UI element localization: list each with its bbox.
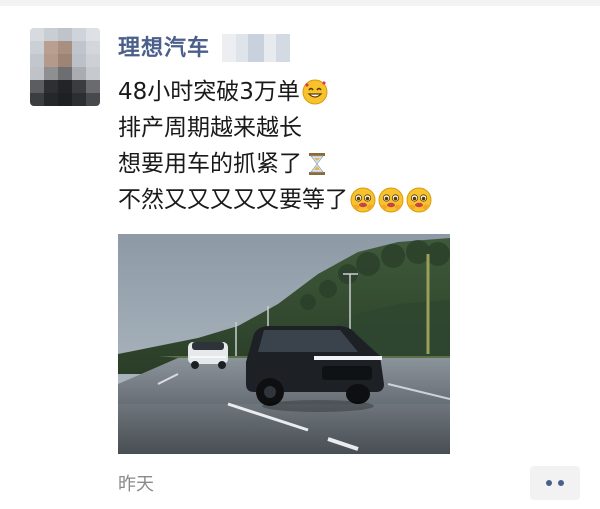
moments-post: 理想汽车 48小时突破3万单 排产周期越来越长 想要用车的抓紧了 不然又又又又又… <box>0 0 600 509</box>
post-line-text: 48小时突破3万单 <box>118 79 300 105</box>
car-photo-image <box>118 234 450 454</box>
post-line-text: 排产周期越来越长 <box>118 115 302 141</box>
post-timestamp: 昨天 <box>118 474 154 495</box>
avatar-mosaic <box>30 28 100 106</box>
post-line-3: 想要用车的抓紧了 <box>118 146 432 182</box>
author-name[interactable]: 理想汽车 <box>118 35 210 63</box>
face-holding-back-tears-icon <box>406 187 432 213</box>
post-line-text: 不然又又又又又要等了 <box>118 187 348 213</box>
face-holding-back-tears-icon <box>350 187 376 213</box>
post-photo[interactable] <box>118 234 450 454</box>
post-line-1: 48小时突破3万单 <box>118 74 432 110</box>
more-dots-icon <box>558 480 564 486</box>
post-line-text: 想要用车的抓紧了 <box>118 151 302 177</box>
author-name-blurred-part <box>222 34 302 62</box>
avatar[interactable] <box>30 28 100 106</box>
hourglass-icon <box>309 153 325 175</box>
face-holding-back-tears-icon <box>378 187 404 213</box>
post-body: 48小时突破3万单 排产周期越来越长 想要用车的抓紧了 不然又又又又又要等了 <box>118 74 432 218</box>
top-divider <box>0 0 600 6</box>
more-actions-button[interactable] <box>530 466 580 500</box>
more-dots-icon <box>546 480 552 486</box>
post-line-4: 不然又又又又又要等了 <box>118 182 432 218</box>
post-line-2: 排产周期越来越长 <box>118 110 432 146</box>
smiling-face-with-hearts-icon <box>302 79 328 105</box>
